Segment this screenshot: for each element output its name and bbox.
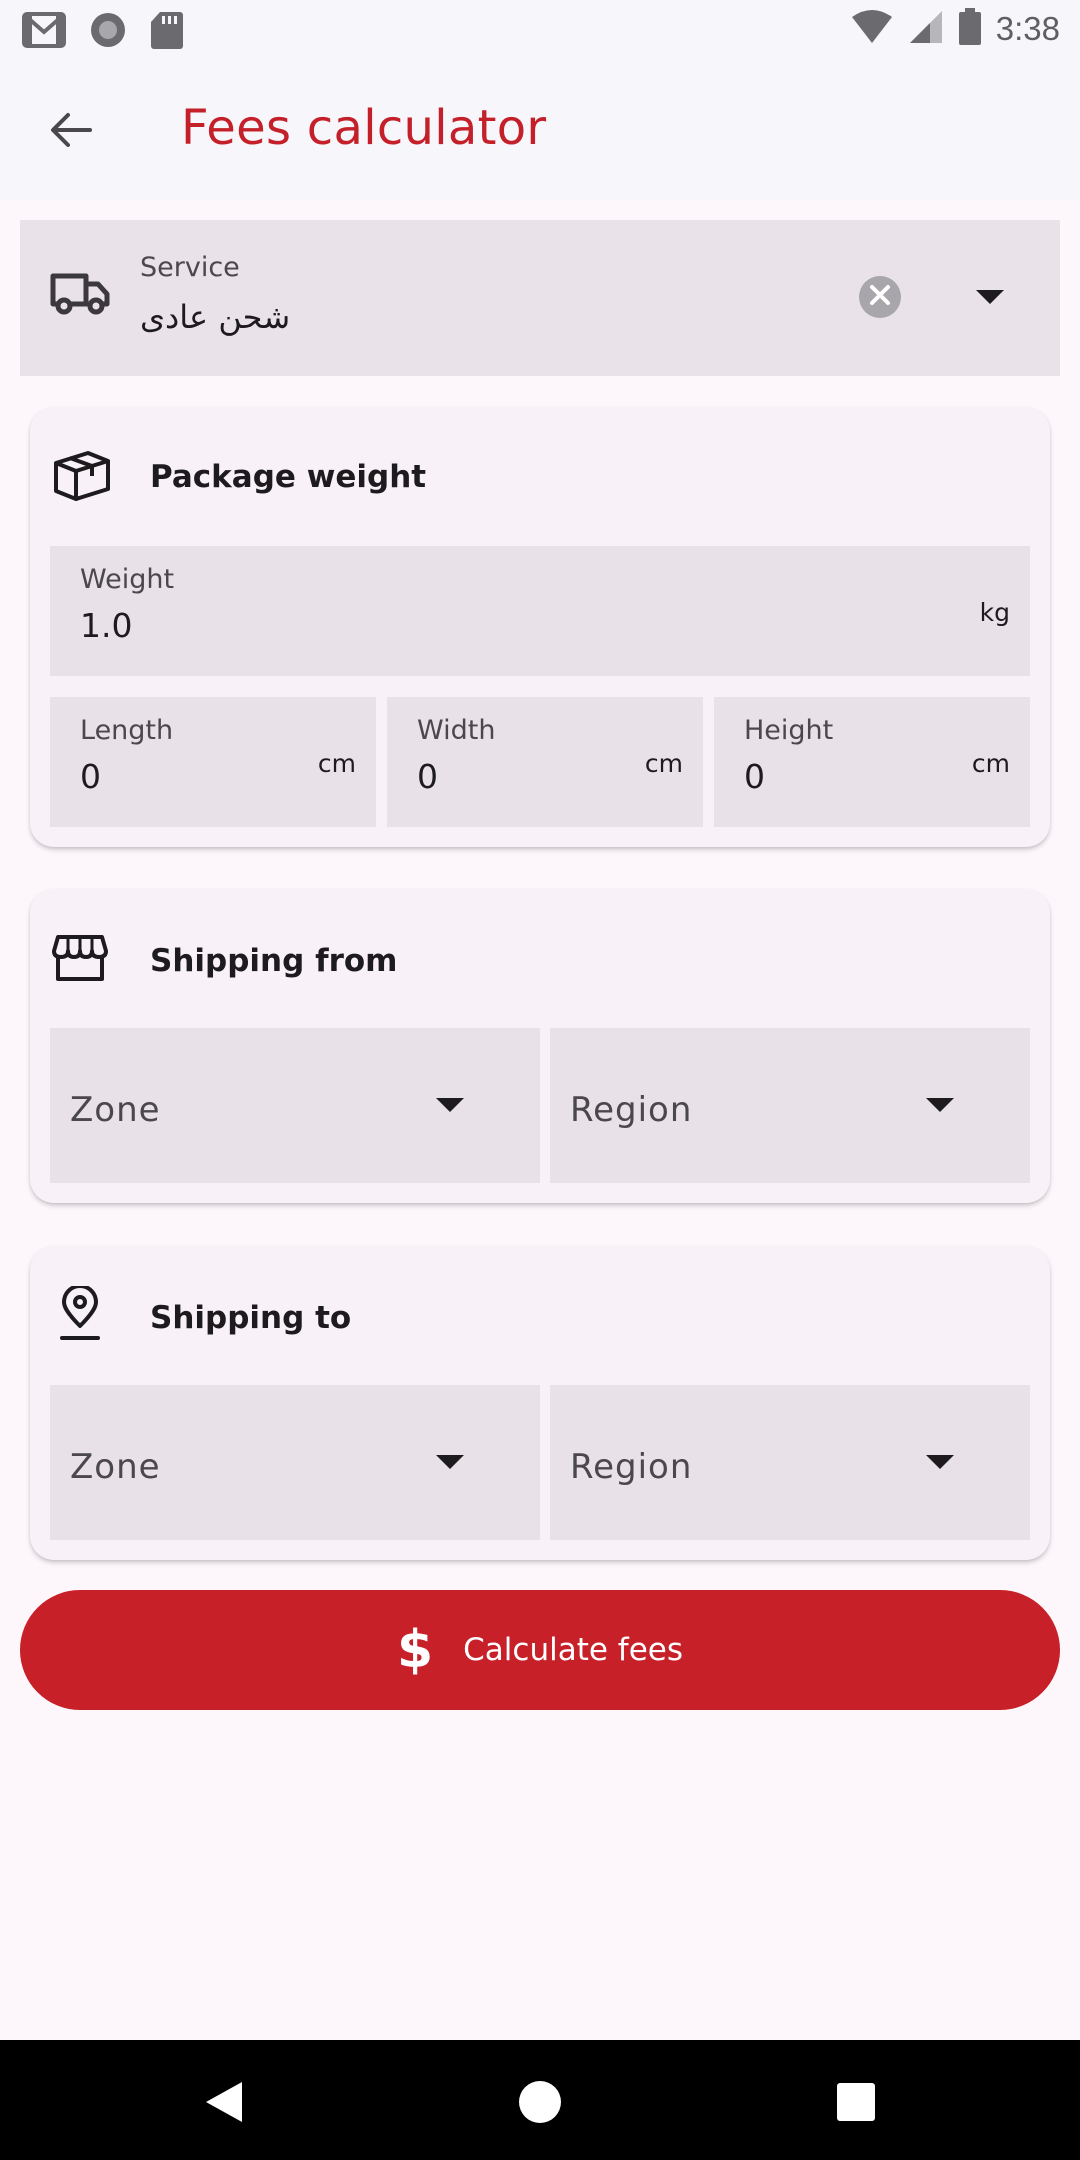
weight-unit: kg (979, 598, 1010, 627)
height-value: 0 (744, 757, 765, 796)
service-value: شحن عادى (140, 298, 291, 336)
page-title: Fees calculator (181, 100, 547, 156)
nav-back-icon[interactable] (204, 2080, 244, 2128)
location-pin-icon (58, 1284, 102, 1346)
sd-card-icon (150, 10, 184, 54)
height-field[interactable]: Height 0 cm (714, 697, 1030, 827)
app-bar: Fees calculator (0, 62, 1080, 200)
battery-icon (958, 8, 982, 50)
chevron-down-icon (926, 1098, 954, 1118)
width-label: Width (417, 715, 496, 746)
weight-label: Weight (80, 564, 175, 595)
nav-home-icon[interactable] (518, 2080, 562, 2128)
service-select[interactable]: Service شحن عادى (20, 220, 1060, 376)
from-region-dropdown[interactable]: Region (550, 1028, 1030, 1183)
chevron-down-icon (926, 1455, 954, 1475)
arrow-left-icon (48, 110, 92, 154)
from-zone-dropdown[interactable]: Zone (50, 1028, 540, 1183)
from-zone-label: Zone (70, 1090, 161, 1130)
shipping-to-title: Shipping to (150, 1300, 352, 1336)
gmail-icon (22, 12, 66, 52)
box-icon (52, 449, 112, 505)
weight-field[interactable]: Weight 1.0 kg (50, 546, 1030, 676)
to-region-label: Region (570, 1447, 693, 1487)
service-label: Service (140, 252, 240, 283)
wifi-icon (850, 9, 894, 49)
chevron-down-icon[interactable] (976, 290, 1004, 310)
width-field[interactable]: Width 0 cm (387, 697, 703, 827)
dollar-icon: $ (396, 1620, 434, 1680)
back-button[interactable] (40, 102, 100, 162)
chevron-down-icon (436, 1455, 464, 1475)
weight-value: 1.0 (80, 606, 133, 645)
to-zone-label: Zone (70, 1447, 161, 1487)
to-region-dropdown[interactable]: Region (550, 1385, 1030, 1540)
package-weight-title: Package weight (150, 459, 427, 495)
system-navigation-bar (0, 2040, 1080, 2160)
height-label: Height (744, 715, 834, 746)
shipping-from-card: Shipping from Zone Region (30, 889, 1050, 1203)
calculate-fees-label: Calculate fees (463, 1632, 684, 1668)
status-bar: 3:38 (0, 0, 1080, 62)
truck-icon (50, 270, 110, 320)
width-unit: cm (644, 749, 683, 778)
clear-service-button[interactable] (859, 276, 901, 318)
store-icon (52, 933, 108, 987)
length-label: Length (80, 715, 174, 746)
shipping-to-card: Shipping to Zone Region (30, 1246, 1050, 1560)
chevron-down-icon (436, 1098, 464, 1118)
package-weight-card: Package weight Weight 1.0 kg Length 0 cm… (30, 407, 1050, 847)
length-field[interactable]: Length 0 cm (50, 697, 376, 827)
shipping-from-title: Shipping from (150, 943, 398, 979)
close-icon (869, 284, 891, 310)
length-value: 0 (80, 757, 101, 796)
from-region-label: Region (570, 1090, 693, 1130)
length-unit: cm (317, 749, 356, 778)
cell-signal-icon (908, 9, 944, 49)
calculate-fees-button[interactable]: $ Calculate fees (20, 1590, 1060, 1710)
to-zone-dropdown[interactable]: Zone (50, 1385, 540, 1540)
width-value: 0 (417, 757, 438, 796)
circle-notification-icon (88, 10, 128, 54)
status-time: 3:38 (995, 10, 1060, 47)
nav-recents-icon[interactable] (836, 2082, 876, 2126)
height-unit: cm (971, 749, 1010, 778)
